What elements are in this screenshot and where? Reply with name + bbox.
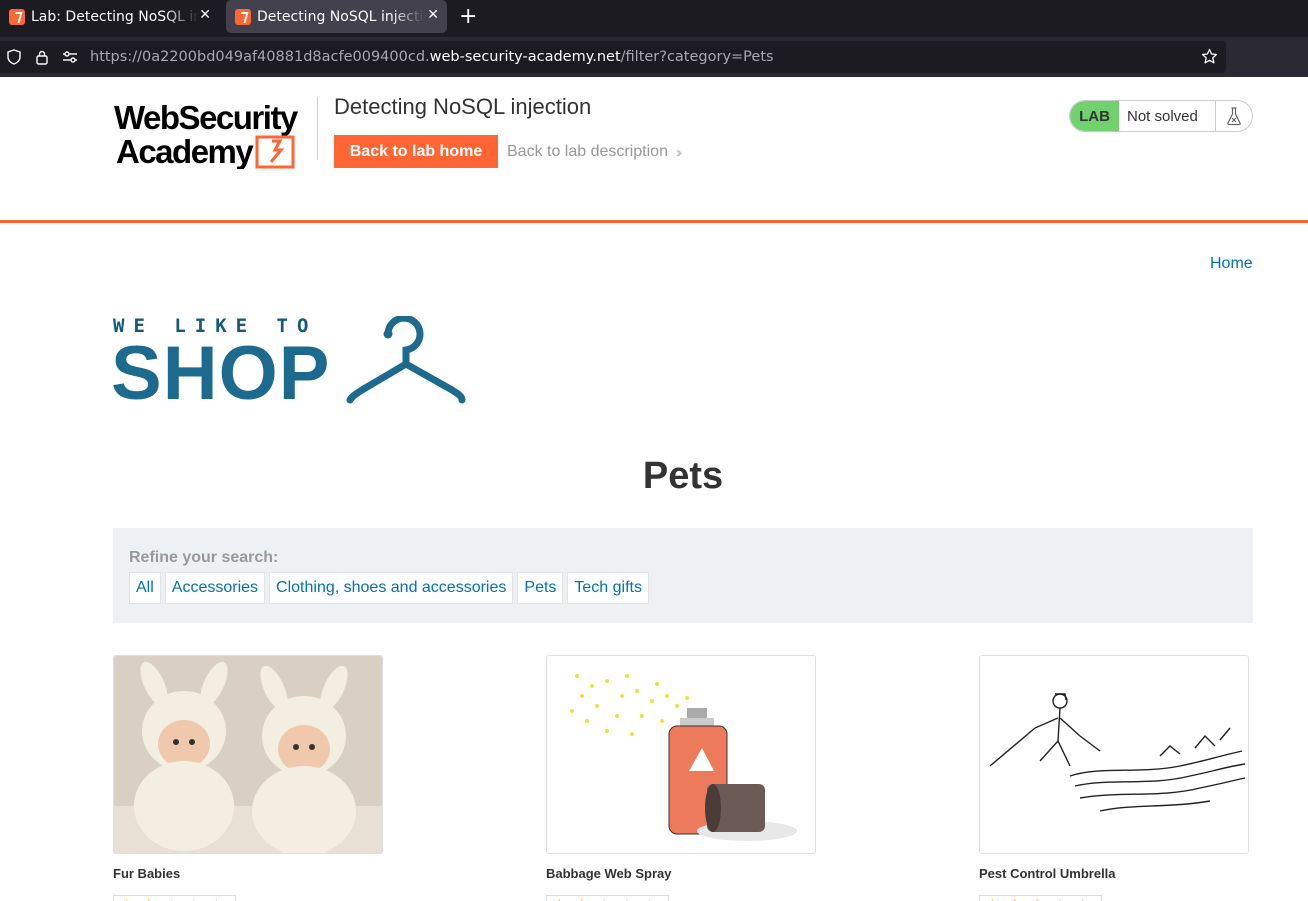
star-icon: ★	[621, 896, 634, 901]
star-icon: ★	[1054, 896, 1067, 901]
star-icon: ★	[143, 896, 156, 901]
filter-clothing[interactable]: Clothing, shoes and accessories	[269, 572, 514, 604]
filter-pets[interactable]: Pets	[517, 572, 564, 604]
shop-logo-word: SHOP	[111, 331, 331, 416]
url-host: web-security-academy.net	[429, 49, 621, 65]
product-card: Fur Babies ★ ★ ★ ★ ★	[113, 655, 383, 901]
back-to-lab-home-button[interactable]: Back to lab home	[334, 135, 498, 168]
flask-icon	[1216, 101, 1252, 131]
product-rating: ★ ★ ★ ★ ★	[979, 895, 1102, 901]
new-tab-icon[interactable]: +	[459, 4, 477, 29]
star-icon: ★	[643, 896, 656, 901]
shield-icon[interactable]	[6, 49, 22, 65]
category-filters: All Accessories Clothing, shoes and acce…	[129, 572, 653, 604]
logo-divider	[317, 97, 318, 160]
star-icon: ★	[165, 896, 178, 901]
lab-status-widget: LAB Not solved	[1069, 100, 1253, 132]
browser-tab-current[interactable]: Detecting NoSQL injection ✕	[226, 0, 447, 33]
home-link[interactable]: Home	[1210, 255, 1253, 273]
product-rating: ★ ★ ★ ★ ★	[546, 895, 669, 901]
refine-search-title: Refine your search:	[129, 549, 279, 566]
product-rating: ★ ★ ★ ★ ★	[113, 895, 236, 901]
url-prefix: https://0a2200bd049af40881d8acfe009400cd…	[90, 49, 430, 65]
product-card: Pest Control Umbrella ★ ★ ★ ★ ★	[979, 655, 1249, 901]
product-image[interactable]	[113, 655, 383, 854]
star-icon: ★	[120, 896, 133, 901]
tab-title: Detecting NoSQL injection	[257, 8, 425, 25]
lab-header: WebSecurity Academy Detecting NoSQL inje…	[0, 77, 1308, 223]
lab-title: Detecting NoSQL injection	[334, 94, 592, 119]
web-security-academy-logo[interactable]: WebSecurity Academy	[114, 99, 314, 170]
back-to-lab-description-label: Back to lab description	[507, 143, 668, 160]
product-image[interactable]	[979, 655, 1249, 854]
back-to-lab-description-link[interactable]: Back to lab description ››	[507, 143, 683, 161]
product-name: Fur Babies	[113, 866, 181, 881]
portswigger-favicon-icon	[235, 8, 251, 25]
url-path: /filter?category=Pets	[620, 49, 774, 65]
filter-tech-gifts[interactable]: Tech gifts	[567, 572, 649, 604]
filter-all[interactable]: All	[129, 572, 161, 604]
double-chevron-right-icon: ››	[675, 144, 683, 160]
category-heading: Pets	[642, 455, 724, 497]
address-bar[interactable]: https://0a2200bd049af40881d8acfe009400cd…	[0, 41, 1226, 73]
product-name: Pest Control Umbrella	[979, 866, 1116, 881]
star-icon: ★	[1031, 896, 1044, 901]
browser-tab-lab[interactable]: Lab: Detecting NoSQL injection ✕	[0, 0, 219, 33]
hanger-icon	[346, 316, 466, 404]
portswigger-favicon-icon	[9, 8, 25, 25]
permissions-icon[interactable]	[62, 49, 78, 65]
filter-accessories[interactable]: Accessories	[164, 572, 266, 604]
star-icon: ★	[1009, 896, 1022, 901]
star-icon: ★	[598, 896, 611, 901]
lab-status-text: Not solved	[1119, 101, 1216, 131]
lock-icon[interactable]	[34, 49, 50, 65]
tab-title: Lab: Detecting NoSQL injection	[31, 8, 199, 25]
url-text[interactable]: https://0a2200bd049af40881d8acfe009400cd…	[90, 49, 774, 65]
product-card: Babbage Web Spray ★ ★ ★ ★ ★	[546, 655, 816, 901]
browser-tab-bar: Lab: Detecting NoSQL injection ✕ Detecti…	[0, 0, 1308, 37]
product-image[interactable]	[546, 655, 816, 854]
logo-line-2: Academy	[116, 133, 254, 169]
browser-nav-bar: https://0a2200bd049af40881d8acfe009400cd…	[0, 37, 1308, 77]
star-icon: ★	[1076, 896, 1089, 901]
lab-badge: LAB	[1070, 101, 1119, 131]
star-icon: ★	[188, 896, 201, 901]
star-icon: ★	[210, 896, 223, 901]
star-icon: ★	[576, 896, 589, 901]
product-name: Babbage Web Spray	[546, 866, 672, 881]
close-tab-icon[interactable]: ✕	[199, 7, 211, 23]
refine-search-panel: Refine your search: All Accessories Clot…	[113, 528, 1253, 623]
star-icon: ★	[553, 896, 566, 901]
logo-line-1: WebSecurity	[114, 99, 299, 136]
star-icon: ★	[986, 896, 999, 901]
bookmark-star-icon[interactable]	[1201, 48, 1218, 69]
close-tab-icon[interactable]: ✕	[427, 7, 439, 23]
